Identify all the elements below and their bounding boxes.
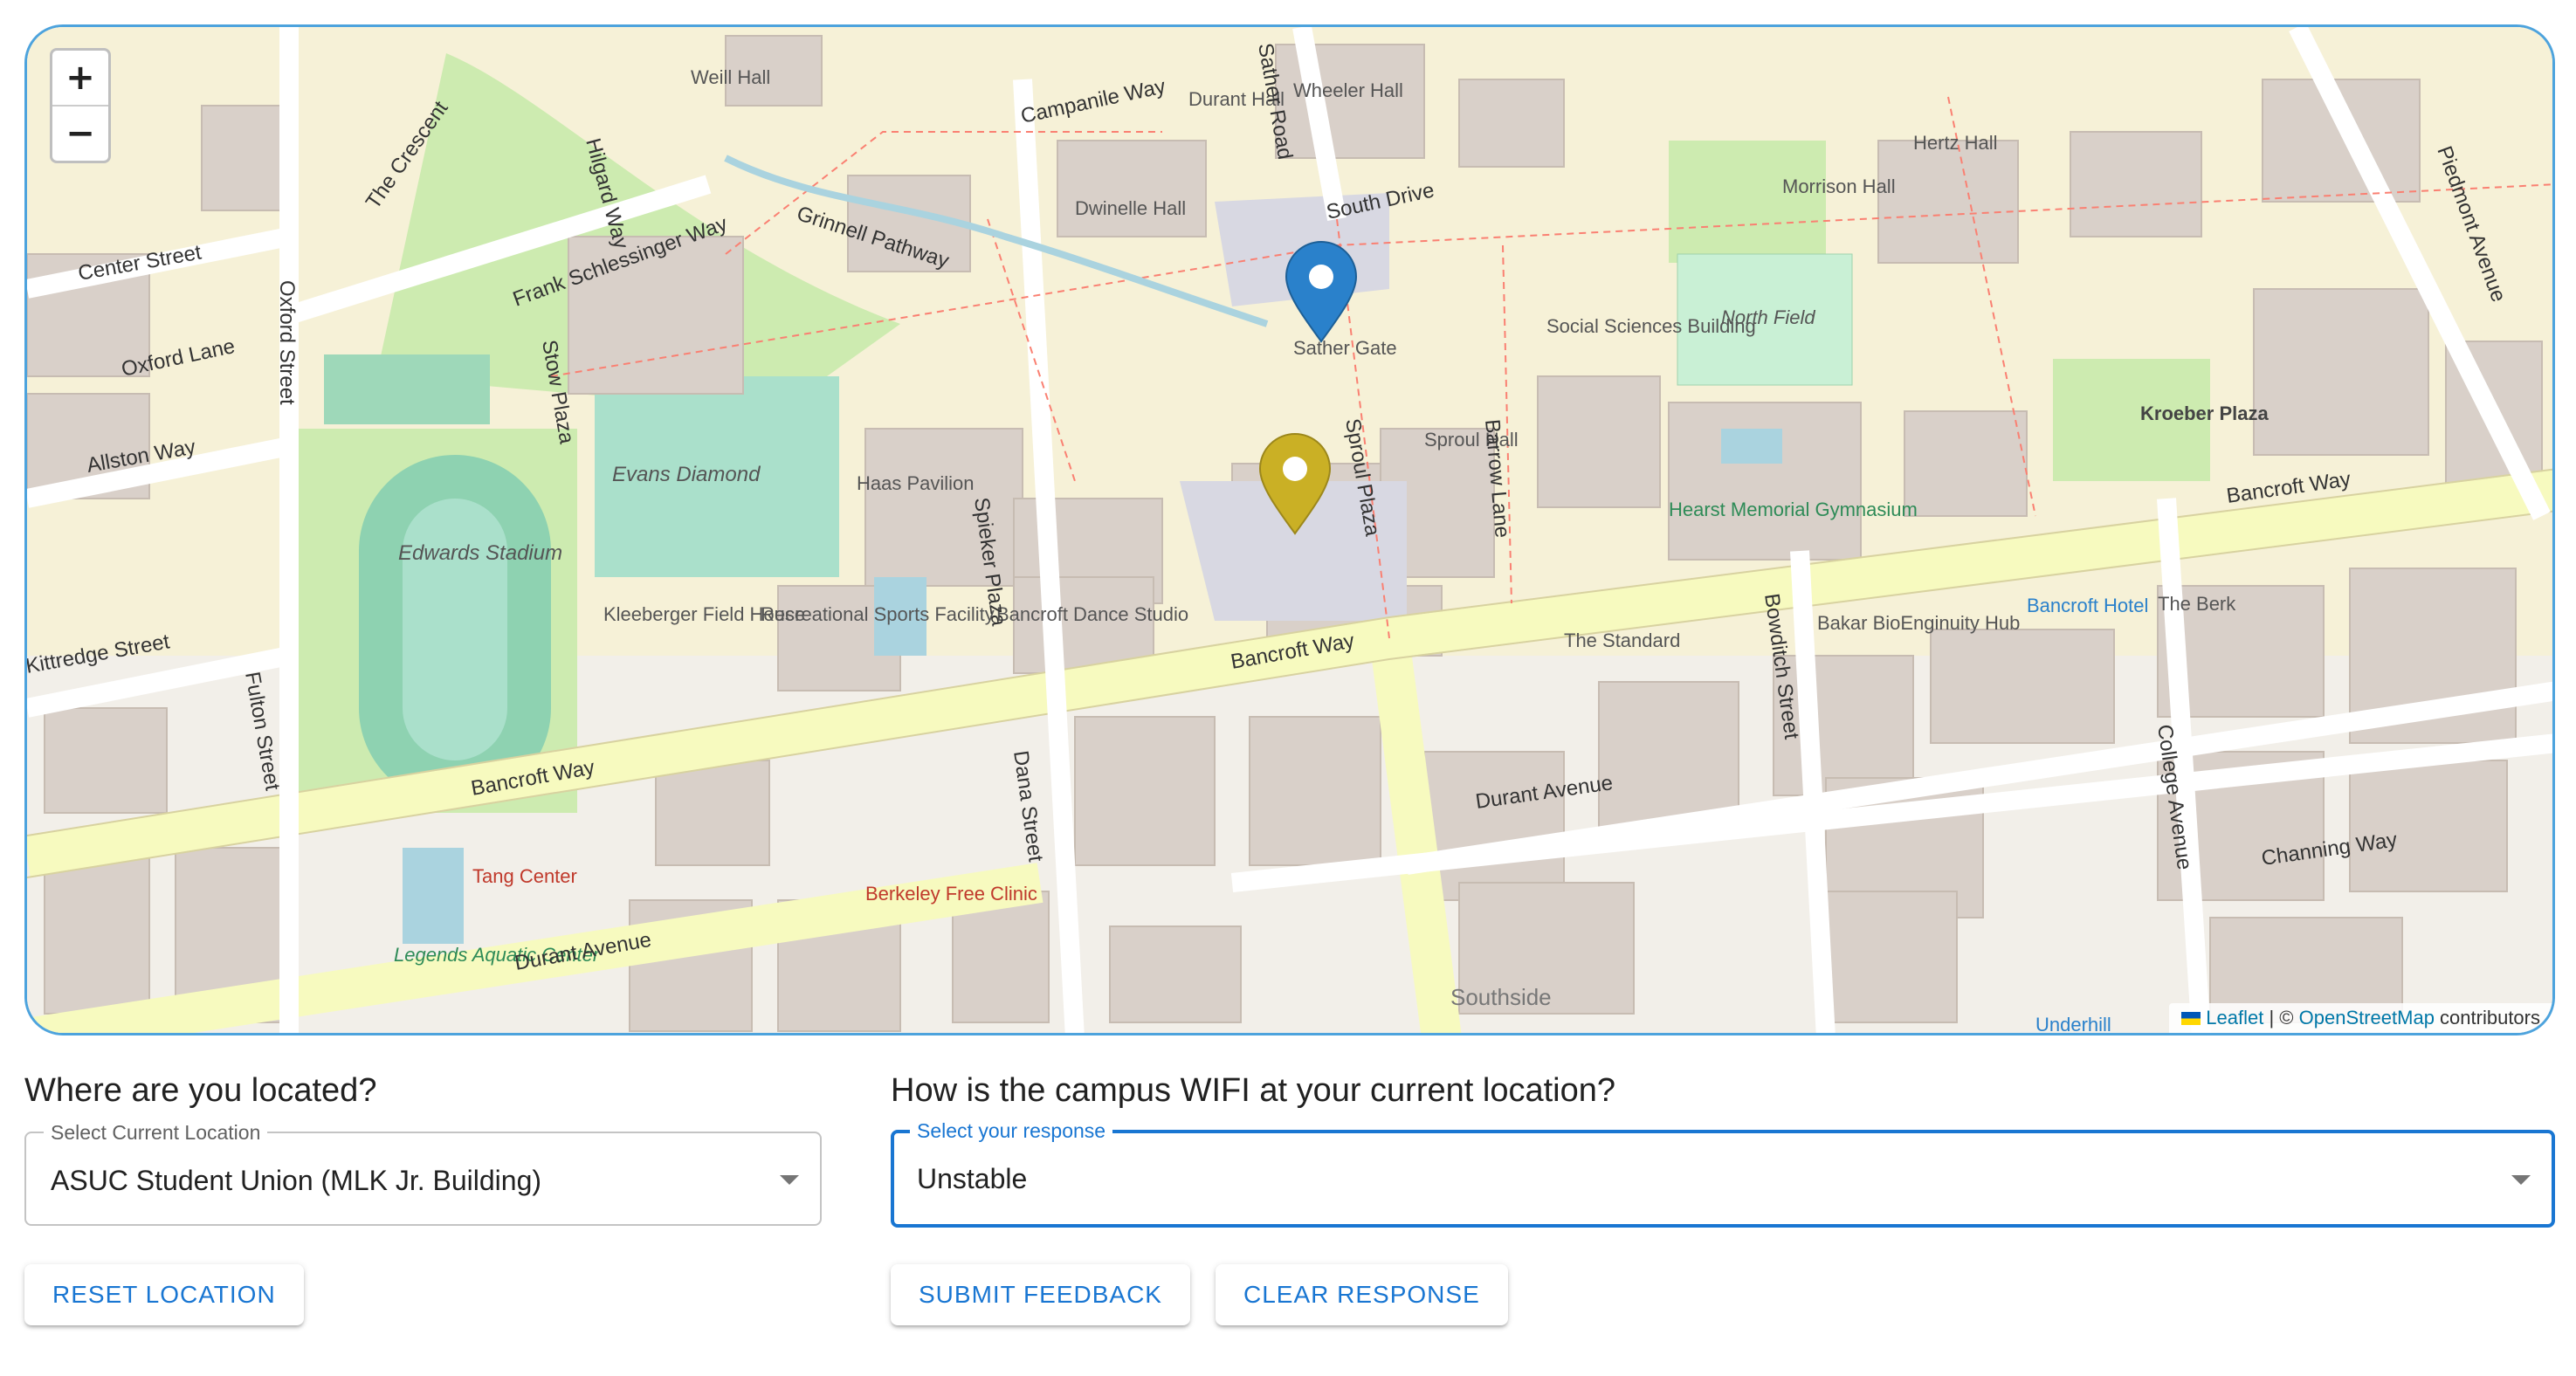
reset-location-button[interactable]: Reset Location — [24, 1264, 304, 1325]
map-label-bancroft-hotel: Bancroft Hotel — [2027, 595, 2148, 616]
wifi-response-label: Select your response — [910, 1119, 1113, 1142]
map-label-wheeler-hall: Wheeler Hall — [1293, 79, 1403, 101]
map-label-berkeley-free-clinic: Berkeley Free Clinic — [865, 883, 1037, 905]
location-select[interactable]: Select Current Location ASUC Student Uni… — [24, 1121, 822, 1226]
map-label-the-standard: The Standard — [1564, 630, 1680, 651]
location-question: Where are you located? — [24, 1072, 377, 1109]
map-label-weill-hall: Weill Hall — [691, 66, 770, 88]
map-label-bakar: Bakar BioEnginuity Hub — [1817, 612, 2020, 634]
ukraine-flag-icon — [2181, 1012, 2201, 1025]
map-label-underhill: Underhill — [2035, 1014, 2111, 1035]
map-label-evans-diamond: Evans Diamond — [612, 463, 761, 486]
osm-link[interactable]: OpenStreetMap — [2299, 1007, 2435, 1029]
campus-map[interactable]: Edwards Stadium Evans Diamond Haas Pavil… — [24, 24, 2555, 1035]
chevron-down-icon — [780, 1175, 799, 1185]
map-label-sather-gate: Sather Gate — [1293, 337, 1397, 359]
attribution-suffix: contributors — [2434, 1007, 2540, 1029]
map-tiles[interactable]: Edwards Stadium Evans Diamond Haas Pavil… — [27, 27, 2555, 1035]
map-label-morrison-hall: Morrison Hall — [1782, 175, 1896, 197]
map-label-the-berk: The Berk — [2158, 593, 2236, 615]
map-label-haas-pavilion: Haas Pavilion — [857, 472, 975, 494]
map-label-hertz-hall: Hertz Hall — [1913, 132, 1998, 154]
map-label-dwinelle-hall: Dwinelle Hall — [1075, 197, 1186, 219]
map-label-hearst-gym: Hearst Memorial Gymnasium — [1669, 499, 1918, 520]
map-label-bancroft-dance: Bancroft Dance Studio — [996, 603, 1188, 625]
map-label-social-sciences: Social Sciences Building — [1546, 315, 1756, 337]
submit-feedback-button[interactable]: Submit Feedback — [891, 1264, 1190, 1325]
location-select-label: Select Current Location — [44, 1121, 268, 1144]
chevron-down-icon — [2511, 1175, 2531, 1185]
map-label-kleeberger: Kleeberger Field House — [603, 603, 805, 625]
leaflet-link[interactable]: Leaflet — [2206, 1007, 2263, 1029]
map-street-oxford-street: Oxford Street — [275, 280, 299, 405]
map-label-southside: Southside — [1450, 984, 1552, 1010]
clear-response-button[interactable]: Clear Response — [1216, 1264, 1508, 1325]
location-select-value: ASUC Student Union (MLK Jr. Building) — [51, 1165, 542, 1196]
wifi-response-value: Unstable — [917, 1163, 1028, 1194]
zoom-controls: + − — [50, 48, 111, 163]
map-label-edwards-stadium: Edwards Stadium — [398, 541, 562, 565]
map-label-tang-center: Tang Center — [472, 865, 577, 887]
wifi-question: How is the campus WIFI at your current l… — [891, 1072, 1615, 1109]
zoom-in-button[interactable]: + — [52, 51, 108, 105]
attribution-separator: | © — [2263, 1007, 2299, 1029]
map-label-kroeber-plaza: Kroeber Plaza — [2140, 402, 2269, 424]
wifi-response-select[interactable]: Select your response Unstable — [891, 1119, 2555, 1228]
zoom-out-button[interactable]: − — [52, 105, 108, 161]
map-attribution: Leaflet | © OpenStreetMap contributors — [2169, 1003, 2552, 1033]
